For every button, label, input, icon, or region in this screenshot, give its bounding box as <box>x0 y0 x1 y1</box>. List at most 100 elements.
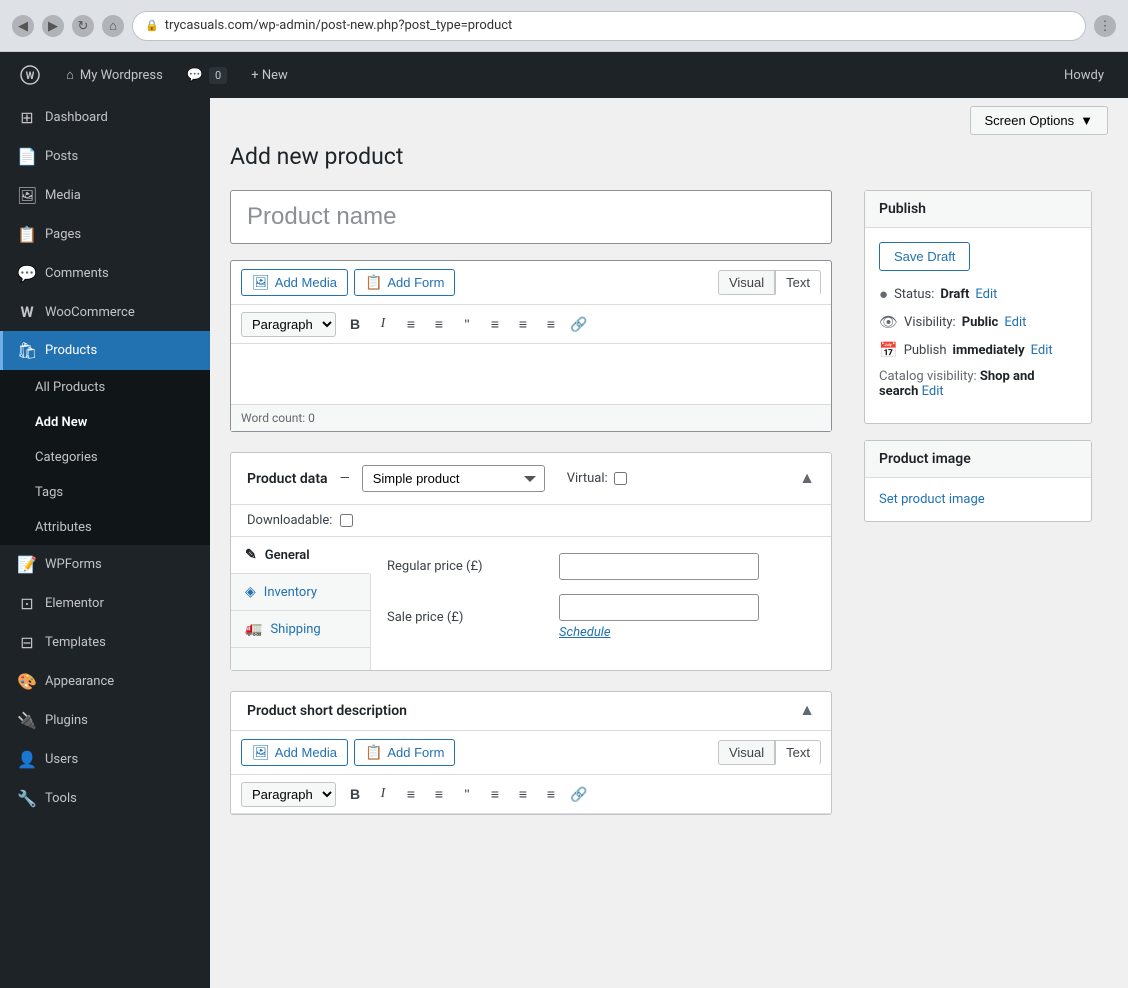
visibility-value: Public <box>962 315 999 330</box>
align-right-button[interactable]: ≡ <box>538 311 564 337</box>
address-bar[interactable]: 🔒 trycasuals.com/wp-admin/post-new.php?p… <box>132 11 1086 41</box>
sidebar-item-attributes[interactable]: Attributes <box>0 510 210 545</box>
back-button[interactable]: ◀ <box>12 15 34 37</box>
link-button[interactable]: 🔗 <box>566 311 592 337</box>
short-desc-paragraph-select[interactable]: Paragraph <box>241 782 336 807</box>
sidebar-item-pages[interactable]: 📋 Pages <box>0 215 210 254</box>
sidebar-item-comments[interactable]: 💬 Comments <box>0 254 210 293</box>
status-field: ● Status: Draft Edit <box>879 285 1077 303</box>
short-desc-link-button[interactable]: 🔗 <box>566 781 592 807</box>
italic-button[interactable]: I <box>370 311 396 337</box>
wp-admin-bar: W ⌂ My Wordpress 💬 0 + New Howdy <box>0 52 1128 98</box>
short-desc-add-media-button[interactable]: 🖼 Add Media <box>241 739 348 766</box>
admin-bar-new[interactable]: + New <box>239 52 300 98</box>
editor-body[interactable] <box>231 344 831 404</box>
pd-tab-general[interactable]: ✎ General <box>231 537 371 574</box>
schedule-link[interactable]: Schedule <box>559 625 611 640</box>
admin-bar-site[interactable]: ⌂ My Wordpress <box>54 52 175 98</box>
sidebar-item-elementor[interactable]: ⊡ Elementor <box>0 584 210 623</box>
general-tab-label: General <box>265 548 310 563</box>
reload-button[interactable]: ↻ <box>72 15 94 37</box>
add-form-button[interactable]: 📋 Add Form <box>354 269 456 296</box>
general-tab-icon: ✎ <box>245 547 257 563</box>
sale-price-label: Sale price (£) <box>387 610 547 625</box>
publish-time-field: 📅 Publish immediately Edit <box>879 341 1077 359</box>
products-submenu: All Products Add New Categories Tags Att… <box>0 370 210 545</box>
regular-price-input[interactable] <box>559 553 759 580</box>
pd-tab-shipping[interactable]: 🚛 Shipping <box>231 611 370 648</box>
sidebar-item-label: Elementor <box>45 596 104 611</box>
comments-icon: 💬 <box>17 264 37 283</box>
home-button[interactable]: ⌂ <box>102 15 124 37</box>
short-desc-italic-button[interactable]: I <box>370 781 396 807</box>
short-desc-blockquote-button[interactable]: " <box>454 781 480 807</box>
catalog-vis-edit-link[interactable]: Edit <box>922 384 944 399</box>
status-edit-link[interactable]: Edit <box>975 287 997 302</box>
sidebar-item-dashboard[interactable]: ⊞ Dashboard <box>0 98 210 137</box>
short-desc-align-right-button[interactable]: ≡ <box>538 781 564 807</box>
bold-button[interactable]: B <box>342 311 368 337</box>
text-tab[interactable]: Text <box>775 270 821 295</box>
short-desc-collapse[interactable]: ▲ <box>799 702 815 720</box>
sidebar-item-wpforms[interactable]: 📝 WPForms <box>0 545 210 584</box>
product-type-select[interactable]: Simple product Variable product Grouped … <box>362 465 545 492</box>
save-draft-button[interactable]: Save Draft <box>879 242 970 271</box>
sidebar-item-categories[interactable]: Categories <box>0 440 210 475</box>
align-center-button[interactable]: ≡ <box>510 311 536 337</box>
unordered-list-button[interactable]: ≡ <box>398 311 424 337</box>
sidebar-item-woocommerce[interactable]: W WooCommerce <box>0 293 210 331</box>
extensions-button[interactable]: ⋮ <box>1094 15 1116 37</box>
forward-button[interactable]: ▶ <box>42 15 64 37</box>
sidebar-item-label: Media <box>45 188 81 203</box>
collapse-button[interactable]: ▲ <box>799 470 815 488</box>
short-desc-align-left-button[interactable]: ≡ <box>482 781 508 807</box>
ordered-list-button[interactable]: ≡ <box>426 311 452 337</box>
downloadable-checkbox[interactable] <box>340 514 353 527</box>
right-sidebar: Publish Save Draft ● Status: Draft Edit <box>848 190 1108 835</box>
sale-price-input[interactable] <box>559 594 759 621</box>
sidebar-item-products[interactable]: 🛍 Products <box>0 331 210 370</box>
short-desc-text-tab[interactable]: Text <box>775 740 821 765</box>
sidebar-item-tools[interactable]: 🔧 Tools <box>0 779 210 818</box>
screen-options-arrow: ▼ <box>1080 113 1093 128</box>
short-desc-ul-button[interactable]: ≡ <box>398 781 424 807</box>
set-product-image-link[interactable]: Set product image <box>879 492 985 507</box>
sidebar-item-templates[interactable]: ⊟ Templates <box>0 623 210 662</box>
blockquote-button[interactable]: " <box>454 311 480 337</box>
sidebar-item-add-new[interactable]: Add New <box>0 405 210 440</box>
product-name-input[interactable] <box>230 190 832 244</box>
visibility-edit-link[interactable]: Edit <box>1004 315 1026 330</box>
sidebar-item-label: WooCommerce <box>45 305 135 320</box>
virtual-checkbox[interactable] <box>614 472 627 485</box>
sidebar-item-media[interactable]: 🖼 Media <box>0 176 210 215</box>
sidebar-item-plugins[interactable]: 🔌 Plugins <box>0 701 210 740</box>
short-desc-visual-tab[interactable]: Visual <box>718 740 775 765</box>
visual-tab[interactable]: Visual <box>718 270 775 295</box>
sidebar-item-appearance[interactable]: 🎨 Appearance <box>0 662 210 701</box>
status-label: Status: <box>894 287 934 302</box>
sidebar-item-users[interactable]: 👤 Users <box>0 740 210 779</box>
sidebar-item-label: Templates <box>45 635 106 650</box>
short-desc-media-left: 🖼 Add Media 📋 Add Form <box>241 739 455 766</box>
sidebar-item-all-products[interactable]: All Products <box>0 370 210 405</box>
publish-edit-link[interactable]: Edit <box>1031 343 1053 358</box>
catalog-vis-label: Catalog visibility: <box>879 369 977 384</box>
two-column-layout: 🖼 Add Media 📋 Add Form Visual <box>230 190 1108 835</box>
paragraph-select[interactable]: Paragraph <box>241 312 336 337</box>
add-form-label: Add Form <box>387 275 444 290</box>
short-desc-align-center-button[interactable]: ≡ <box>510 781 536 807</box>
align-left-button[interactable]: ≡ <box>482 311 508 337</box>
sidebar-item-posts[interactable]: 📄 Posts <box>0 137 210 176</box>
short-desc-bold-button[interactable]: B <box>342 781 368 807</box>
dashboard-icon: ⊞ <box>17 108 37 127</box>
add-media-button[interactable]: 🖼 Add Media <box>241 269 348 296</box>
short-desc-add-form-button[interactable]: 📋 Add Form <box>354 739 456 766</box>
screen-options-label: Screen Options <box>985 113 1075 128</box>
short-desc-ol-button[interactable]: ≡ <box>426 781 452 807</box>
admin-bar-comments[interactable]: 💬 0 <box>175 52 239 98</box>
pd-tab-inventory[interactable]: ◈ Inventory <box>231 574 370 611</box>
sidebar-item-tags[interactable]: Tags <box>0 475 210 510</box>
regular-price-label: Regular price (£) <box>387 559 547 574</box>
screen-options-button[interactable]: Screen Options ▼ <box>970 106 1108 135</box>
wp-logo[interactable]: W <box>12 57 48 93</box>
